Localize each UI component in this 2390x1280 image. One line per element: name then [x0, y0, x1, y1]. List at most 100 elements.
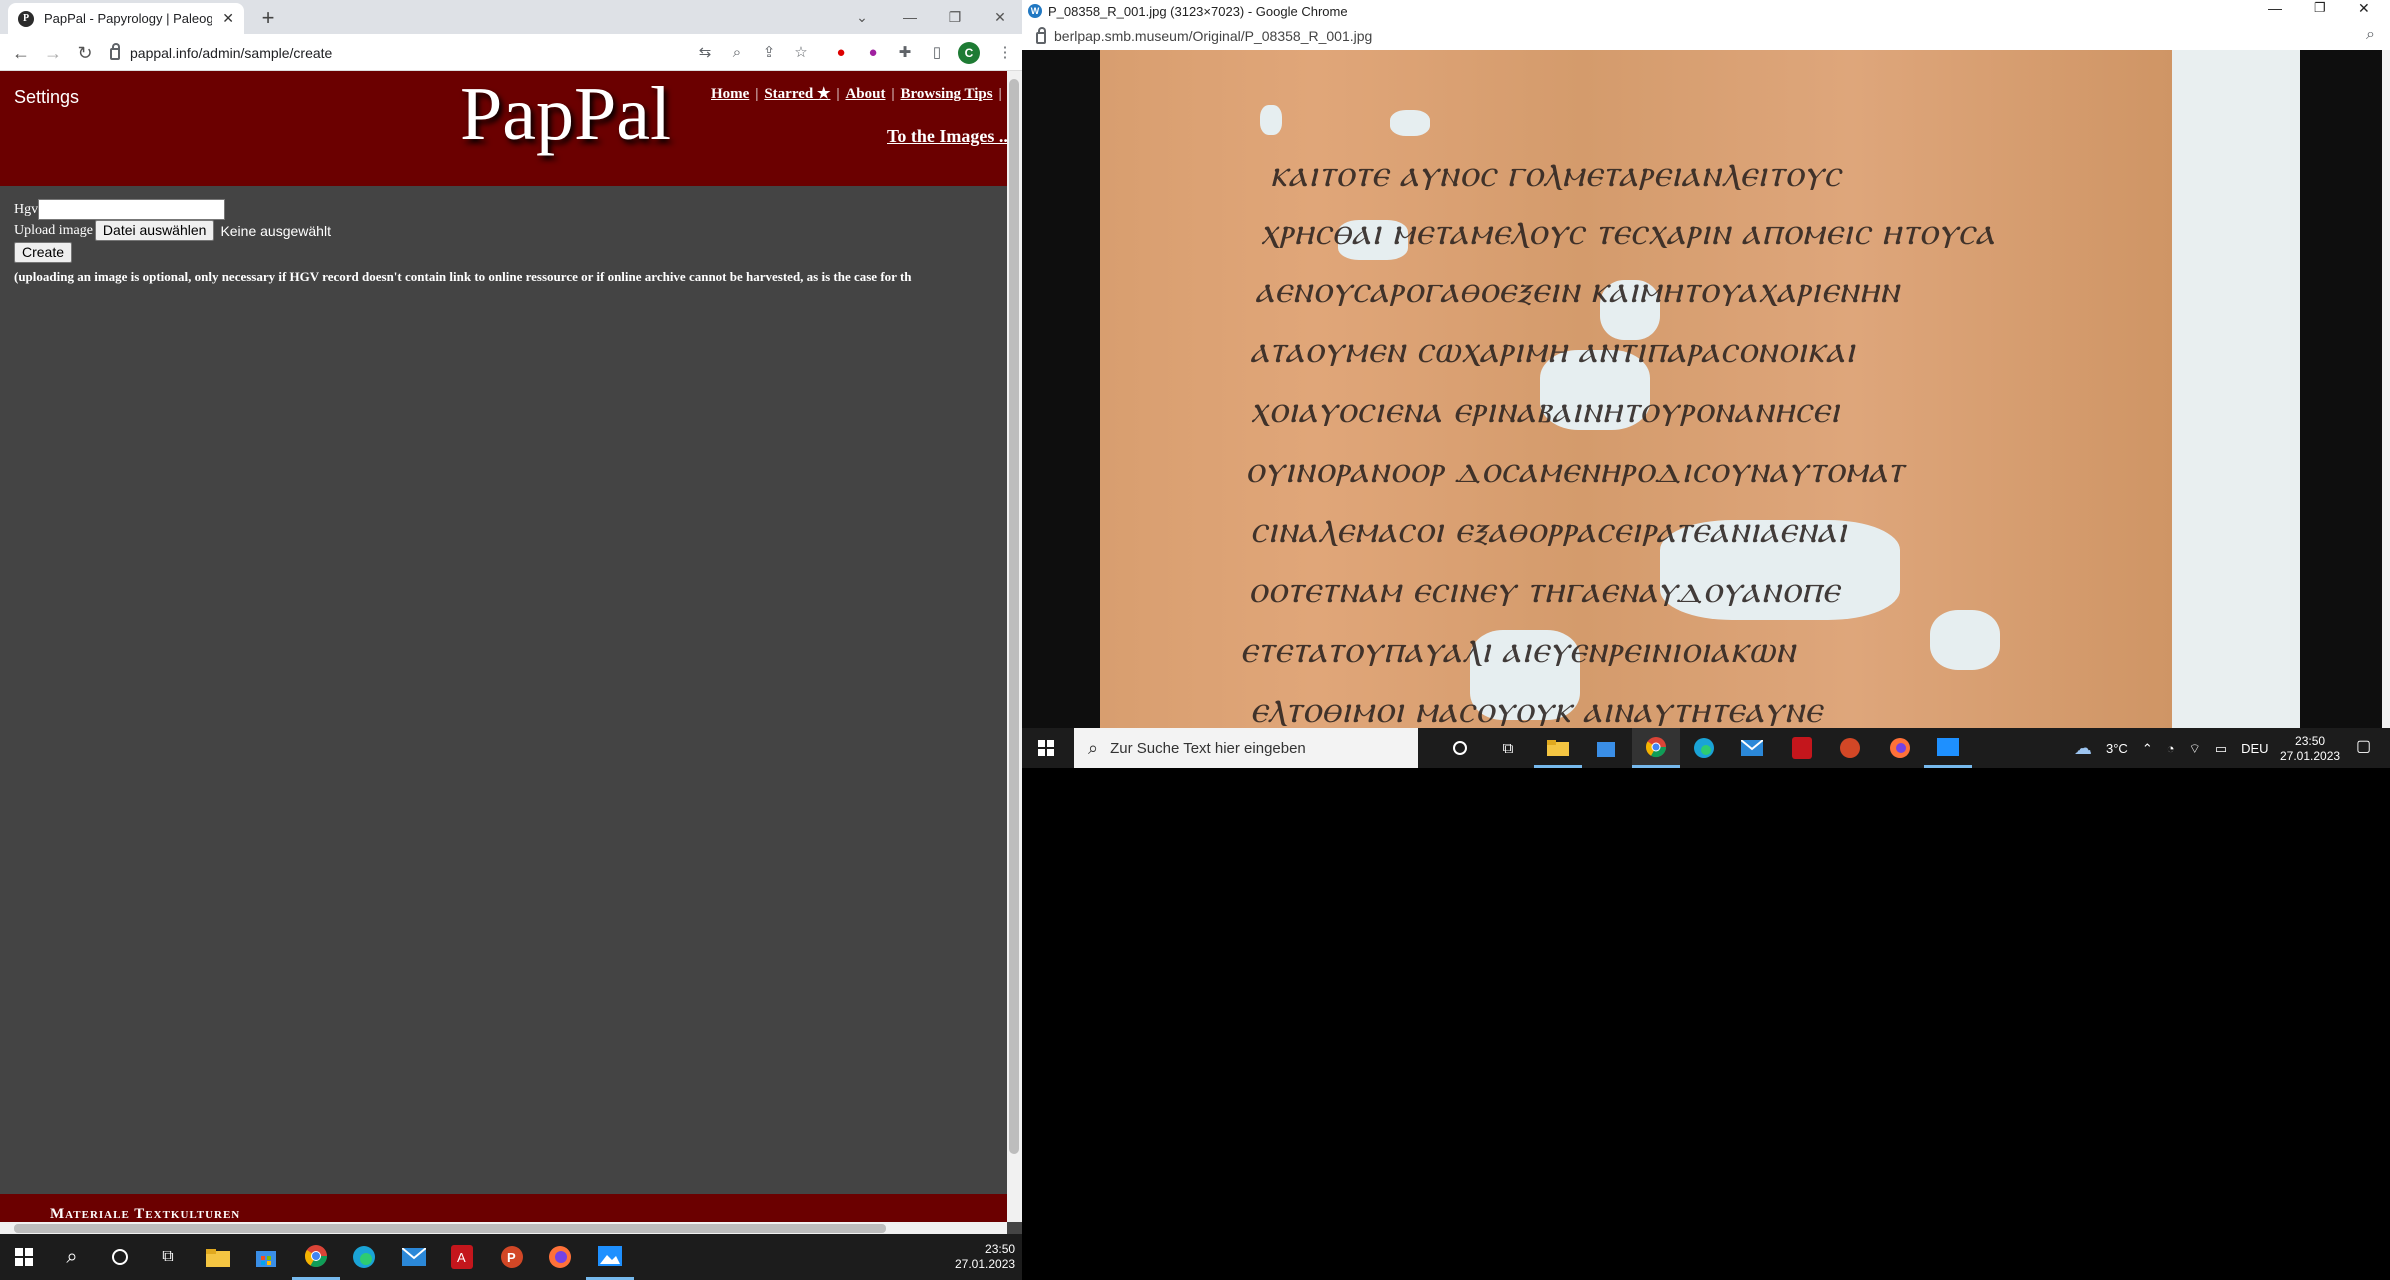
taskbar-search-box[interactable]: ⌕ Zur Suche Text hier eingeben — [1074, 728, 1418, 768]
window-title: P_08358_R_001.jpg (3123×7023) - Google C… — [1048, 3, 1348, 19]
right-browser-window: W P_08358_R_001.jpg (3123×7023) - Google… — [1022, 0, 2390, 768]
weather-text[interactable]: 3°C — [2106, 741, 2128, 756]
acrobat-icon[interactable] — [1778, 728, 1826, 768]
minimize-button[interactable]: — — [2268, 0, 2282, 16]
system-tray: ☁ 3°C ⌃ ◔ ⌔ ▭ DEU — [2074, 738, 2269, 759]
translate-icon[interactable]: ⇆ — [694, 42, 716, 64]
firefox-icon[interactable] — [1876, 728, 1924, 768]
settings-link[interactable]: Settings — [14, 87, 79, 108]
extension-purple-icon[interactable]: ● — [862, 42, 884, 64]
clock-time: 23:50 — [985, 1242, 1016, 1256]
zoom-icon[interactable]: ⌕ — [2366, 26, 2375, 44]
nav-about[interactable]: About — [845, 86, 885, 102]
task-view-icon[interactable]: ⧉ — [144, 1234, 192, 1280]
svg-text:A: A — [457, 1250, 466, 1265]
hgv-label: Hgv — [14, 201, 39, 217]
close-window-button[interactable]: ✕ — [2358, 0, 2370, 17]
hgv-input[interactable] — [38, 199, 226, 220]
nav-browsing-tips[interactable]: Browsing Tips — [900, 86, 992, 102]
back-icon[interactable]: ← — [8, 40, 34, 66]
reload-icon[interactable]: ↻ — [72, 40, 98, 66]
mail-icon[interactable] — [1728, 728, 1776, 768]
network-icon[interactable]: ◔ — [2167, 741, 2175, 756]
lock-icon — [110, 43, 120, 60]
photos-icon[interactable] — [1924, 728, 1972, 768]
windows-start-icon[interactable] — [0, 1234, 48, 1280]
choose-file-button[interactable]: Datei auswählen — [94, 220, 215, 241]
lock-icon — [1036, 26, 1046, 44]
mail-icon[interactable] — [390, 1234, 438, 1280]
restore-button[interactable]: ❐ — [2314, 0, 2326, 16]
bookmark-star-icon[interactable]: ☆ — [790, 42, 812, 64]
forward-icon[interactable]: → — [40, 40, 66, 66]
restore-button[interactable]: ❐ — [935, 4, 975, 30]
image-vertical-scrollbar[interactable] — [2382, 50, 2390, 728]
top-nav: Home|Starred ★|About|Browsing Tips|C — [711, 86, 1002, 102]
address-text: pappal.info/admin/sample/create — [130, 44, 333, 61]
store-icon[interactable] — [1582, 728, 1630, 768]
store-icon[interactable] — [242, 1234, 290, 1280]
new-tab-button[interactable]: + — [254, 5, 282, 31]
powerpoint-icon[interactable]: P — [488, 1234, 536, 1280]
search-icon[interactable]: ⌕ — [48, 1234, 96, 1280]
chrome-icon[interactable] — [292, 1234, 340, 1280]
sidebar-icon[interactable]: ▯ — [926, 42, 948, 64]
menu-dots-icon[interactable]: ⋮ — [994, 42, 1016, 64]
profile-avatar[interactable]: C — [958, 42, 980, 64]
papyrus-sheet: ⲕⲁⲓⲧⲟⲧⲉ ⲁⲩⲛⲟⲥ ⲅⲟⲗⲙⲉⲧⲁⲣⲉⲓⲁⲛⲗⲉⲓⲧⲟⲩⲥ ⲭⲣⲏⲥⲑⲁ… — [1100, 50, 2172, 728]
chevron-up-icon[interactable]: ⌃ — [2142, 741, 2153, 757]
powerpoint-icon[interactable] — [1826, 728, 1874, 768]
cortana-icon[interactable] — [96, 1234, 144, 1280]
nav-starred[interactable]: Starred ★ — [764, 86, 830, 102]
notification-icon[interactable]: ▢ — [2356, 736, 2371, 756]
vertical-scroll-thumb[interactable] — [1009, 79, 1019, 1154]
taskbar-search-placeholder: Zur Suche Text hier eingeben — [1110, 739, 1306, 757]
create-button[interactable]: Create — [14, 242, 73, 263]
cortana-icon[interactable] — [1436, 728, 1484, 768]
battery-icon[interactable]: ▭ — [2215, 741, 2227, 757]
site-logo[interactable]: PapPal — [460, 71, 671, 158]
image-address-text: berlpap.smb.museum/Original/P_08358_R_00… — [1054, 28, 1373, 44]
share-icon[interactable]: ⇪ — [758, 42, 780, 64]
search-icon: ⌕ — [1088, 737, 1099, 758]
nav-home[interactable]: Home — [711, 86, 749, 102]
acrobat-icon[interactable]: A — [438, 1234, 486, 1280]
close-window-button[interactable]: ✕ — [980, 4, 1020, 30]
extensions-puzzle-icon[interactable]: ✚ — [894, 42, 916, 64]
tab-pappal[interactable]: P PapPal - Papyrology | Paleograph ✕ — [8, 3, 244, 34]
edge-icon[interactable] — [340, 1234, 388, 1280]
zoom-icon[interactable]: ⌕ — [726, 42, 748, 64]
windows-start-icon[interactable] — [1022, 728, 1070, 768]
photos-icon[interactable] — [586, 1234, 634, 1280]
close-tab-icon[interactable]: ✕ — [222, 10, 234, 27]
edge-icon[interactable] — [1680, 728, 1728, 768]
cloud-weather-icon[interactable]: ☁ — [2074, 738, 2092, 759]
create-sample-form: Hgv Upload image Datei auswählen Keine a… — [14, 199, 912, 285]
clock-date: 27.01.2023 — [2280, 749, 2341, 763]
tab-title: PapPal - Papyrology | Paleograph — [44, 11, 213, 26]
clock-date: 27.01.2023 — [955, 1257, 1016, 1271]
file-explorer-icon[interactable] — [1534, 728, 1582, 768]
taskbar-clock[interactable]: 23:50 27.01.2023 — [955, 1242, 1015, 1272]
image-viewer[interactable]: ⲕⲁⲓⲧⲟⲧⲉ ⲁⲩⲛⲟⲥ ⲅⲟⲗⲙⲉⲧⲁⲣⲉⲓⲁⲛⲗⲉⲓⲧⲟⲩⲥ ⲭⲣⲏⲥⲑⲁ… — [1022, 50, 2382, 728]
left-taskbar: ⌕ ⧉ A P 23:50 27.01.2023 — [0, 1234, 1022, 1280]
minimize-button[interactable]: — — [890, 4, 930, 30]
image-window-titlebar: W P_08358_R_001.jpg (3123×7023) - Google… — [1022, 0, 2390, 22]
language-indicator[interactable]: DEU — [2241, 741, 2268, 756]
task-view-icon[interactable]: ⧉ — [1484, 728, 1532, 768]
no-file-text: Keine ausgewählt — [220, 222, 331, 239]
firefox-icon[interactable] — [536, 1234, 584, 1280]
wordpress-favicon-icon: W — [1028, 4, 1042, 18]
to-the-images-link[interactable]: To the Images ... — [887, 126, 1007, 147]
footer-text: Materiale Textkulturen — [50, 1206, 241, 1222]
horizontal-scroll-thumb[interactable] — [14, 1224, 886, 1233]
page-content: Settings PapPal Home | Starred ★ | About | Bro… — [0, 71, 1007, 1222]
wifi-icon[interactable]: ⌔ — [2189, 741, 2201, 757]
chrome-icon[interactable] — [1632, 728, 1680, 768]
taskbar-clock[interactable]: 23:50 27.01.2023 — [2280, 734, 2340, 764]
image-address-bar[interactable]: berlpap.smb.museum/Original/P_08358_R_00… — [1022, 22, 2390, 50]
file-explorer-icon[interactable] — [194, 1234, 242, 1280]
upload-note: (uploading an image is optional, only ne… — [14, 269, 912, 284]
extension-red-icon[interactable]: ● — [830, 42, 852, 64]
tab-search-icon[interactable]: ⌄ — [842, 4, 882, 30]
